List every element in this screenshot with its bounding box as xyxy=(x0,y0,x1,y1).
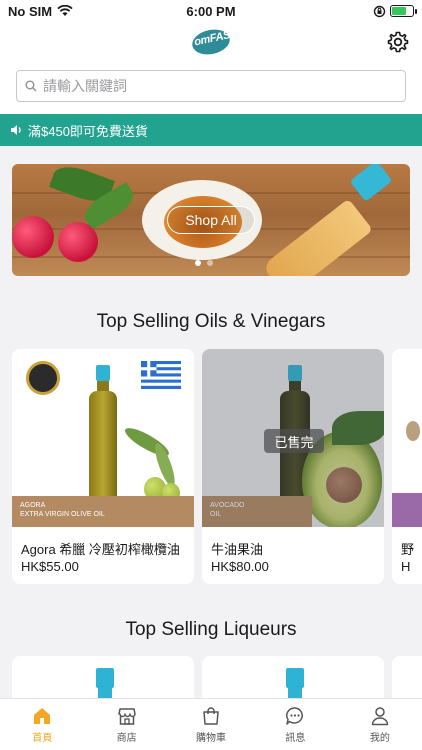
product-card[interactable] xyxy=(202,656,384,698)
home-icon xyxy=(34,708,51,724)
product-name: 野 xyxy=(401,542,415,557)
bottle-body xyxy=(89,391,117,501)
shop-all-button[interactable]: Shop All xyxy=(167,206,255,234)
status-right xyxy=(373,5,417,18)
battery-icon xyxy=(390,5,417,17)
search-area xyxy=(0,62,422,114)
section-title-oils: Top Selling Oils & Vinegars xyxy=(96,311,326,332)
bottle-cap xyxy=(96,365,110,381)
radish-decoration xyxy=(12,216,54,258)
tab-home[interactable]: 首頁 xyxy=(0,699,84,750)
bottle-neck xyxy=(97,381,109,391)
wifi-icon xyxy=(57,5,73,16)
gear-icon xyxy=(387,31,409,53)
brand-logo[interactable]: omFASS xyxy=(189,26,238,58)
app-header: omFASS xyxy=(0,22,422,62)
speaker-icon xyxy=(11,125,21,135)
product-name: 牛油果油 xyxy=(211,542,264,557)
product-card[interactable]: AGORA EXTRA VIRGIN OLIVE OIL Agora 希臘 冷壓… xyxy=(12,349,194,584)
product-price: HK$80.00 xyxy=(211,559,269,574)
tab-label: 首頁 xyxy=(32,733,53,744)
chat-bubble-icon xyxy=(286,707,304,725)
carrier-label: No SIM xyxy=(8,3,53,19)
product-name: Agora 希臘 冷壓初榨橄欖油 xyxy=(21,542,180,557)
status-left: No SIM xyxy=(8,4,73,19)
bottle-neck xyxy=(288,688,302,698)
bottle-cap xyxy=(349,164,393,202)
bottle-cap xyxy=(286,668,304,688)
product-image: AGORA EXTRA VIRGIN OLIVE OIL xyxy=(12,349,194,527)
shopping-bag-icon xyxy=(203,707,219,725)
bottle-neck xyxy=(98,688,112,698)
product-decoration xyxy=(406,421,420,441)
product-card[interactable]: AVOCADO OIL 已售完 牛油果油 HK$80.00 xyxy=(202,349,384,584)
settings-button[interactable] xyxy=(386,30,410,54)
radish-decoration xyxy=(58,222,98,262)
store-icon xyxy=(117,708,136,725)
product-card[interactable] xyxy=(392,656,422,698)
tab-label: 我的 xyxy=(369,733,390,744)
free-shipping-banner: 滿$450即可免費送貨 xyxy=(0,114,422,146)
carousel-dot[interactable] xyxy=(195,260,201,266)
tab-store[interactable]: 商店 xyxy=(84,699,168,750)
label-line-2: EXTRA VIRGIN OLIVE OIL xyxy=(20,511,105,518)
award-badge xyxy=(26,361,60,395)
greece-flag-icon xyxy=(141,361,181,389)
battery-level xyxy=(392,7,406,15)
tab-messages[interactable]: 訊息 xyxy=(253,699,337,750)
orientation-lock-icon xyxy=(373,5,386,17)
tab-profile[interactable]: 我的 xyxy=(338,699,422,750)
tab-label: 訊息 xyxy=(285,733,306,744)
product-image xyxy=(392,349,422,527)
tab-label: 購物車 xyxy=(196,733,227,744)
product-price: H xyxy=(401,559,411,574)
product-image: AVOCADO OIL 已售完 xyxy=(202,349,384,527)
product-label-band xyxy=(392,493,422,527)
search-input[interactable] xyxy=(43,78,373,94)
tab-cart[interactable]: 購物車 xyxy=(169,699,253,750)
label-line-1: AGORA xyxy=(20,502,46,509)
hero-banner[interactable]: Shop All xyxy=(12,164,410,276)
sold-out-badge: 已售完 xyxy=(264,429,324,453)
tab-label: 商店 xyxy=(116,733,137,744)
product-price: HK$55.00 xyxy=(21,559,79,574)
product-label-band: AGORA EXTRA VIRGIN OLIVE OIL xyxy=(12,496,194,527)
promo-text: 滿$450即可免費送貨 xyxy=(28,123,148,139)
search-box[interactable] xyxy=(16,70,406,102)
carousel-dot[interactable] xyxy=(207,260,213,266)
product-card[interactable]: 野 H xyxy=(392,349,422,584)
search-icon xyxy=(25,80,37,92)
user-icon xyxy=(371,707,389,726)
status-bar: No SIM 6:00 PM xyxy=(0,0,422,22)
carousel-dots xyxy=(195,260,213,266)
bottle-cap xyxy=(96,668,114,688)
section-title-liqueurs: Top Selling Liqueurs xyxy=(125,619,297,640)
oil-bottle xyxy=(261,198,373,276)
bottom-tab-bar: 首頁 商店 購物車 訊息 我的 xyxy=(0,698,422,750)
product-card[interactable] xyxy=(12,656,194,698)
